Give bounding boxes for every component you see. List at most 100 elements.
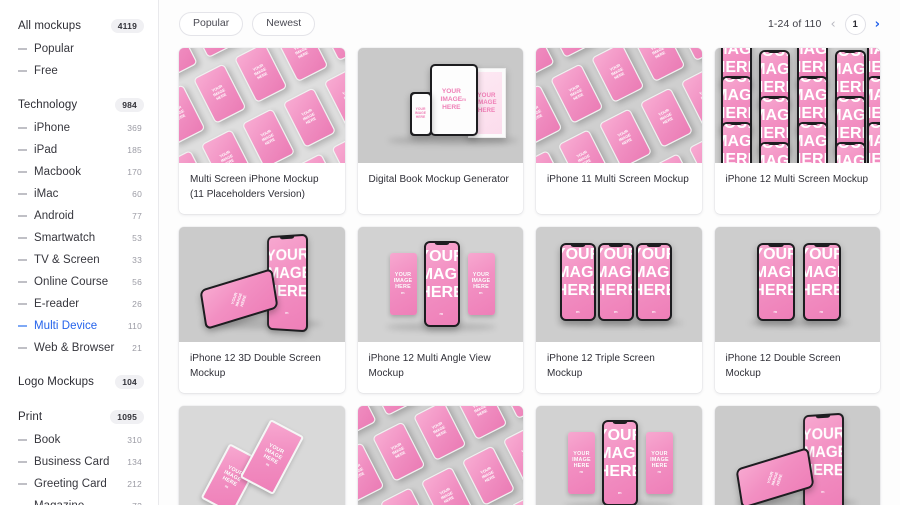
placeholder-text: YOURIMAGEHEREm bbox=[262, 442, 285, 468]
sidebar-item-label: Online Course bbox=[34, 276, 109, 288]
sidebar-item-popular[interactable]: Popular bbox=[0, 38, 158, 60]
phone-device: YOURIMAGEHEREm bbox=[720, 122, 752, 163]
mockup-card[interactable]: YOUR IMAGE HERE m YOUR IMAGE HERE bbox=[714, 406, 880, 505]
mockup-card[interactable]: YOURIMAGEHEREm YOURIMAGEHEREm YOURIMAGEHER… bbox=[714, 48, 880, 214]
placeholder-text: YOURIMAGEHEREm bbox=[650, 450, 669, 475]
mockup-thumbnail: YOURIMAGEHEREmYOURIMAGEHEREmYOURIMAGEHER… bbox=[536, 227, 702, 342]
tile-lattice: YOURIMAGEHEREYOURIMAGEHEREYOURIMAGEHEREY… bbox=[179, 48, 345, 163]
dash-icon bbox=[18, 461, 27, 463]
sidebar-item-book[interactable]: Book 310 bbox=[0, 429, 158, 451]
mockup-card-title: iPhone 12 Multi Angle View Mockup bbox=[368, 353, 491, 379]
sidebar-item-ipad[interactable]: iPad 185 bbox=[0, 139, 158, 161]
sidebar-item-free[interactable]: Free bbox=[0, 60, 158, 82]
mockup-card[interactable]: YOUR IMAGE HERE m YOUR IMAGE HERE m bbox=[179, 406, 345, 505]
dash-icon bbox=[18, 48, 27, 50]
dash-icon bbox=[18, 193, 27, 195]
mockup-card-title: Digital Book Mockup Generator bbox=[368, 174, 509, 185]
placeholder-text: YOURIMAGEHEREm bbox=[804, 246, 839, 314]
sidebar-header-label: Technology bbox=[18, 99, 78, 111]
placeholder-text: YOURIMAGEHEREm bbox=[604, 427, 636, 495]
sidebar-item-label: Multi Device bbox=[34, 320, 98, 332]
sidebar-item-smartwatch[interactable]: Smartwatch 53 bbox=[0, 227, 158, 249]
dash-icon bbox=[18, 259, 27, 261]
sidebar-header-technology[interactable]: Technology 984 bbox=[0, 93, 158, 117]
sidebar-item-tv-screen[interactable]: TV & Screen 33 bbox=[0, 249, 158, 271]
mockup-card[interactable]: YOURIMAGEHEREYOURIMAGEHEREYOURIMAGEHEREY… bbox=[536, 48, 702, 214]
mockup-tile: YOURIMAGEHERE bbox=[412, 406, 467, 461]
screen-flat-left: YOUR IMAGE HERE m bbox=[389, 253, 417, 315]
mockup-thumbnail: YOURIMAGEHEREm YOURIMAGEHEREm bbox=[714, 227, 880, 342]
tablet-device: YOUR IMAGE HERE m bbox=[429, 64, 478, 136]
sidebar-group-logo-mockups: Logo Mockups 104 bbox=[0, 370, 158, 394]
mockup-tile: YOURIMAGEHERE bbox=[282, 86, 337, 148]
sidebar-group-list: All mockups 4119 Popular Free Technology 984 i… bbox=[0, 14, 158, 505]
sidebar-item-multi-device[interactable]: Multi Device 110 bbox=[0, 315, 158, 337]
tab-popular[interactable]: Popular bbox=[179, 12, 244, 36]
mockup-thumbnail: YOURIMAGEHEREm YOURIMAGEHEREm bbox=[179, 406, 345, 505]
dash-icon bbox=[18, 303, 27, 305]
category-sidebar[interactable]: All mockups 4119 Popular Free Technology 984 i… bbox=[0, 0, 159, 505]
sidebar-item-count: 310 bbox=[127, 435, 142, 445]
sidebar-item-magazine[interactable]: Magazine 72 bbox=[0, 495, 158, 505]
placeholder-text: YOURIMAGEHEREm bbox=[638, 246, 670, 314]
placeholder-text: YOURIMAGEHEREm bbox=[723, 124, 750, 163]
mockup-card[interactable]: YOURIMAGEHEREm YOURIMAGEHEREm YOURIMAGEHER… bbox=[536, 406, 702, 505]
sidebar-item-label: TV & Screen bbox=[34, 254, 100, 266]
mockup-card[interactable]: YOUR IMAGE HERE YOUR IMAGE HERE m YOUR IMAGE HERE… bbox=[357, 48, 523, 214]
sidebar-item-iphone[interactable]: iPhone 369 bbox=[0, 117, 158, 139]
sidebar-item-count: 21 bbox=[132, 343, 142, 353]
sidebar-item-web-browser[interactable]: Web & Browser 21 bbox=[0, 337, 158, 359]
mockup-card[interactable]: YOURIMAGEHEREmYOURIMAGEHEREmYOURIMAGEHER… bbox=[536, 227, 702, 393]
mockup-tile: YOURIMAGEHERE bbox=[331, 131, 345, 163]
sidebar-header-logo-mockups[interactable]: Logo Mockups 104 bbox=[0, 370, 158, 394]
sidebar-item-online-course[interactable]: Online Course 56 bbox=[0, 271, 158, 293]
sidebar-header-count: 1095 bbox=[110, 410, 144, 424]
sidebar-item-greeting-card[interactable]: Greeting Card 212 bbox=[0, 473, 158, 495]
sort-tabs[interactable]: Popular Newest bbox=[179, 12, 316, 36]
mockup-card[interactable]: YOURIMAGEHEREm YOURIMAGEHEREm iPhone 12 Do… bbox=[714, 227, 880, 393]
phone-device: YOURIMAGEHEREm bbox=[560, 243, 596, 321]
page-number-1[interactable]: 1 bbox=[844, 13, 866, 35]
tile-lattice: YOURIMAGEHEREYOURIMAGEHEREYOURIMAGEHEREY… bbox=[536, 48, 702, 163]
mockup-card[interactable]: YOURIMAGEHEREmYOURIMAGEHEREmYOURIMAGEHER… bbox=[357, 227, 523, 393]
phone-device: YOURIMAGEHEREm bbox=[796, 122, 828, 163]
sidebar-header-print[interactable]: Print 1095 bbox=[0, 405, 158, 429]
mockup-thumbnail: YOURIMAGEHEREm YOURIMAGEHEREm YOURIMAGEHER… bbox=[536, 406, 702, 505]
sidebar-item-count: 212 bbox=[127, 479, 142, 489]
sidebar-header-all-mockups[interactable]: All mockups 4119 bbox=[0, 14, 158, 38]
mockup-tile: YOURIMAGEHERE bbox=[639, 86, 694, 148]
placeholder-text: YOURIMAGEHEREm bbox=[837, 144, 864, 163]
sidebar-item-android[interactable]: Android 77 bbox=[0, 205, 158, 227]
chevron-right-icon[interactable]: › bbox=[875, 18, 880, 31]
mockup-card[interactable]: YOUR IMAGE HERE m YOUR IMAGE HERE iPhone 12 3D … bbox=[179, 227, 345, 393]
placeholder-text: YOUR IMAGE HERE bbox=[230, 291, 248, 307]
mockup-tile: YOURIMAGEHERE bbox=[371, 420, 426, 482]
app-root: All mockups 4119 Popular Free Technology 984 i… bbox=[0, 0, 900, 505]
pagination[interactable]: 1-24 of 110 ‹ 1 › bbox=[767, 13, 880, 35]
mockup-grid: YOURIMAGEHEREYOURIMAGEHEREYOURIMAGEHEREY… bbox=[159, 48, 900, 505]
sidebar-item-e-reader[interactable]: E-reader 26 bbox=[0, 293, 158, 315]
sidebar-item-business-card[interactable]: Business Card 134 bbox=[0, 451, 158, 473]
mockup-thumbnail: YOUR IMAGE HERE m YOUR IMAGE HERE bbox=[179, 227, 345, 342]
phone-device-center: YOURIMAGEHEREm bbox=[423, 241, 460, 327]
mockup-card[interactable]: YOURIMAGEHEREYOURIMAGEHEREYOURIMAGEHEREY… bbox=[357, 406, 523, 505]
sidebar-item-count: 33 bbox=[132, 255, 142, 265]
sidebar-item-label: Macbook bbox=[34, 166, 82, 178]
sidebar-item-count: 77 bbox=[132, 211, 142, 221]
sidebar-item-imac[interactable]: iMac 60 bbox=[0, 183, 158, 205]
sidebar-item-label: E-reader bbox=[34, 298, 80, 310]
mockup-card[interactable]: YOURIMAGEHEREYOURIMAGEHEREYOURIMAGEHEREY… bbox=[179, 48, 345, 214]
sidebar-item-macbook[interactable]: Macbook 170 bbox=[0, 161, 158, 183]
dash-icon bbox=[18, 439, 27, 441]
placeholder-text: YOURIMAGEHEREm bbox=[572, 450, 591, 475]
tab-newest[interactable]: Newest bbox=[252, 12, 316, 36]
screen-flat-right: YOUR IMAGE HERE m bbox=[467, 253, 495, 315]
sidebar-header-label: All mockups bbox=[18, 20, 82, 32]
pagination-range: 1-24 of 110 bbox=[767, 18, 822, 30]
dash-icon bbox=[18, 347, 27, 349]
sidebar-item-label: Greeting Card bbox=[34, 478, 107, 490]
chevron-left-icon[interactable]: ‹ bbox=[830, 18, 835, 31]
placeholder-text: YOURIMAGEHEREm bbox=[471, 271, 491, 296]
mockup-card-title: iPhone 12 Double Screen Mockup bbox=[725, 353, 841, 379]
